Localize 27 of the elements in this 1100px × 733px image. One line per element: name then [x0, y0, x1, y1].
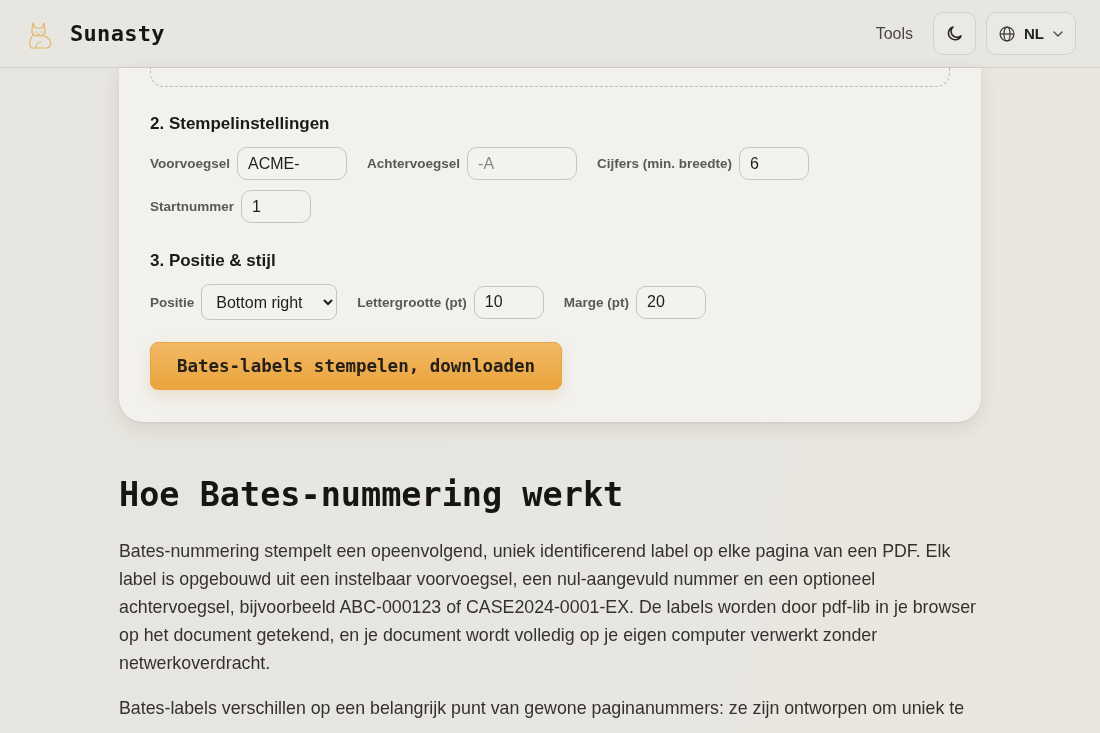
field-label: Startnummer — [150, 199, 235, 214]
field-label: Achtervoegsel — [367, 156, 461, 171]
moon-icon — [947, 26, 962, 41]
number-field[interactable]: 6 — [739, 147, 810, 180]
stamp-download-button[interactable]: Bates-labels stempelen, downloaden — [150, 342, 562, 390]
dropdown-select[interactable]: Bottom right — [201, 284, 338, 320]
section-heading: Hoe Bates-nummering werkt — [119, 475, 625, 515]
nav-link[interactable]: Tools — [875, 24, 913, 43]
body-paragraph: Bates-nummering stempelt een opeenvolgend, uniek identificerend label op elke pagina van een PDF. Elk label is opgebouwd uit een instelbaar voorvoegsel, een nul-aangevuld nummer en een optioneel achtervoegsel, bijvoorbeeld ABC-000123 of CASE2024-0001-EX. De labels worden door pdf-lib in je browser op het document getekend, en je document wordt volledig op je eigen computer verwerkt zonder netwerkoverdracht. — [119, 540, 977, 675]
field-label: Voorvoegsel — [150, 156, 231, 171]
globe-icon — [999, 25, 1015, 42]
language-button[interactable]: NL — [986, 12, 1076, 55]
field-label: Lettergrootte (pt) — [357, 294, 467, 310]
number-field[interactable]: 1 — [241, 190, 312, 223]
brand-name[interactable]: Sunasty — [70, 21, 165, 46]
section-title: 2. Stempelinstellingen — [150, 113, 331, 135]
text-field[interactable]: ACME- — [237, 147, 348, 180]
section-title: 3. Positie & stijl — [150, 250, 277, 272]
body-paragraph: Bates-labels verschillen op een belangrijk punt van gewone paginanummers: ze zijn ontworpen om uniek te — [119, 697, 966, 720]
chevron-down-icon — [1053, 30, 1063, 37]
field-label: Marge (pt) — [563, 294, 629, 310]
number-field[interactable]: 20 — [636, 285, 706, 319]
number-field[interactable]: 10 — [473, 285, 544, 319]
field-label: Cijfers (min. breedte) — [597, 156, 733, 171]
field-label: Positie — [150, 294, 195, 310]
text-field[interactable]: -A — [467, 147, 578, 180]
theme-toggle-button[interactable] — [933, 12, 976, 55]
